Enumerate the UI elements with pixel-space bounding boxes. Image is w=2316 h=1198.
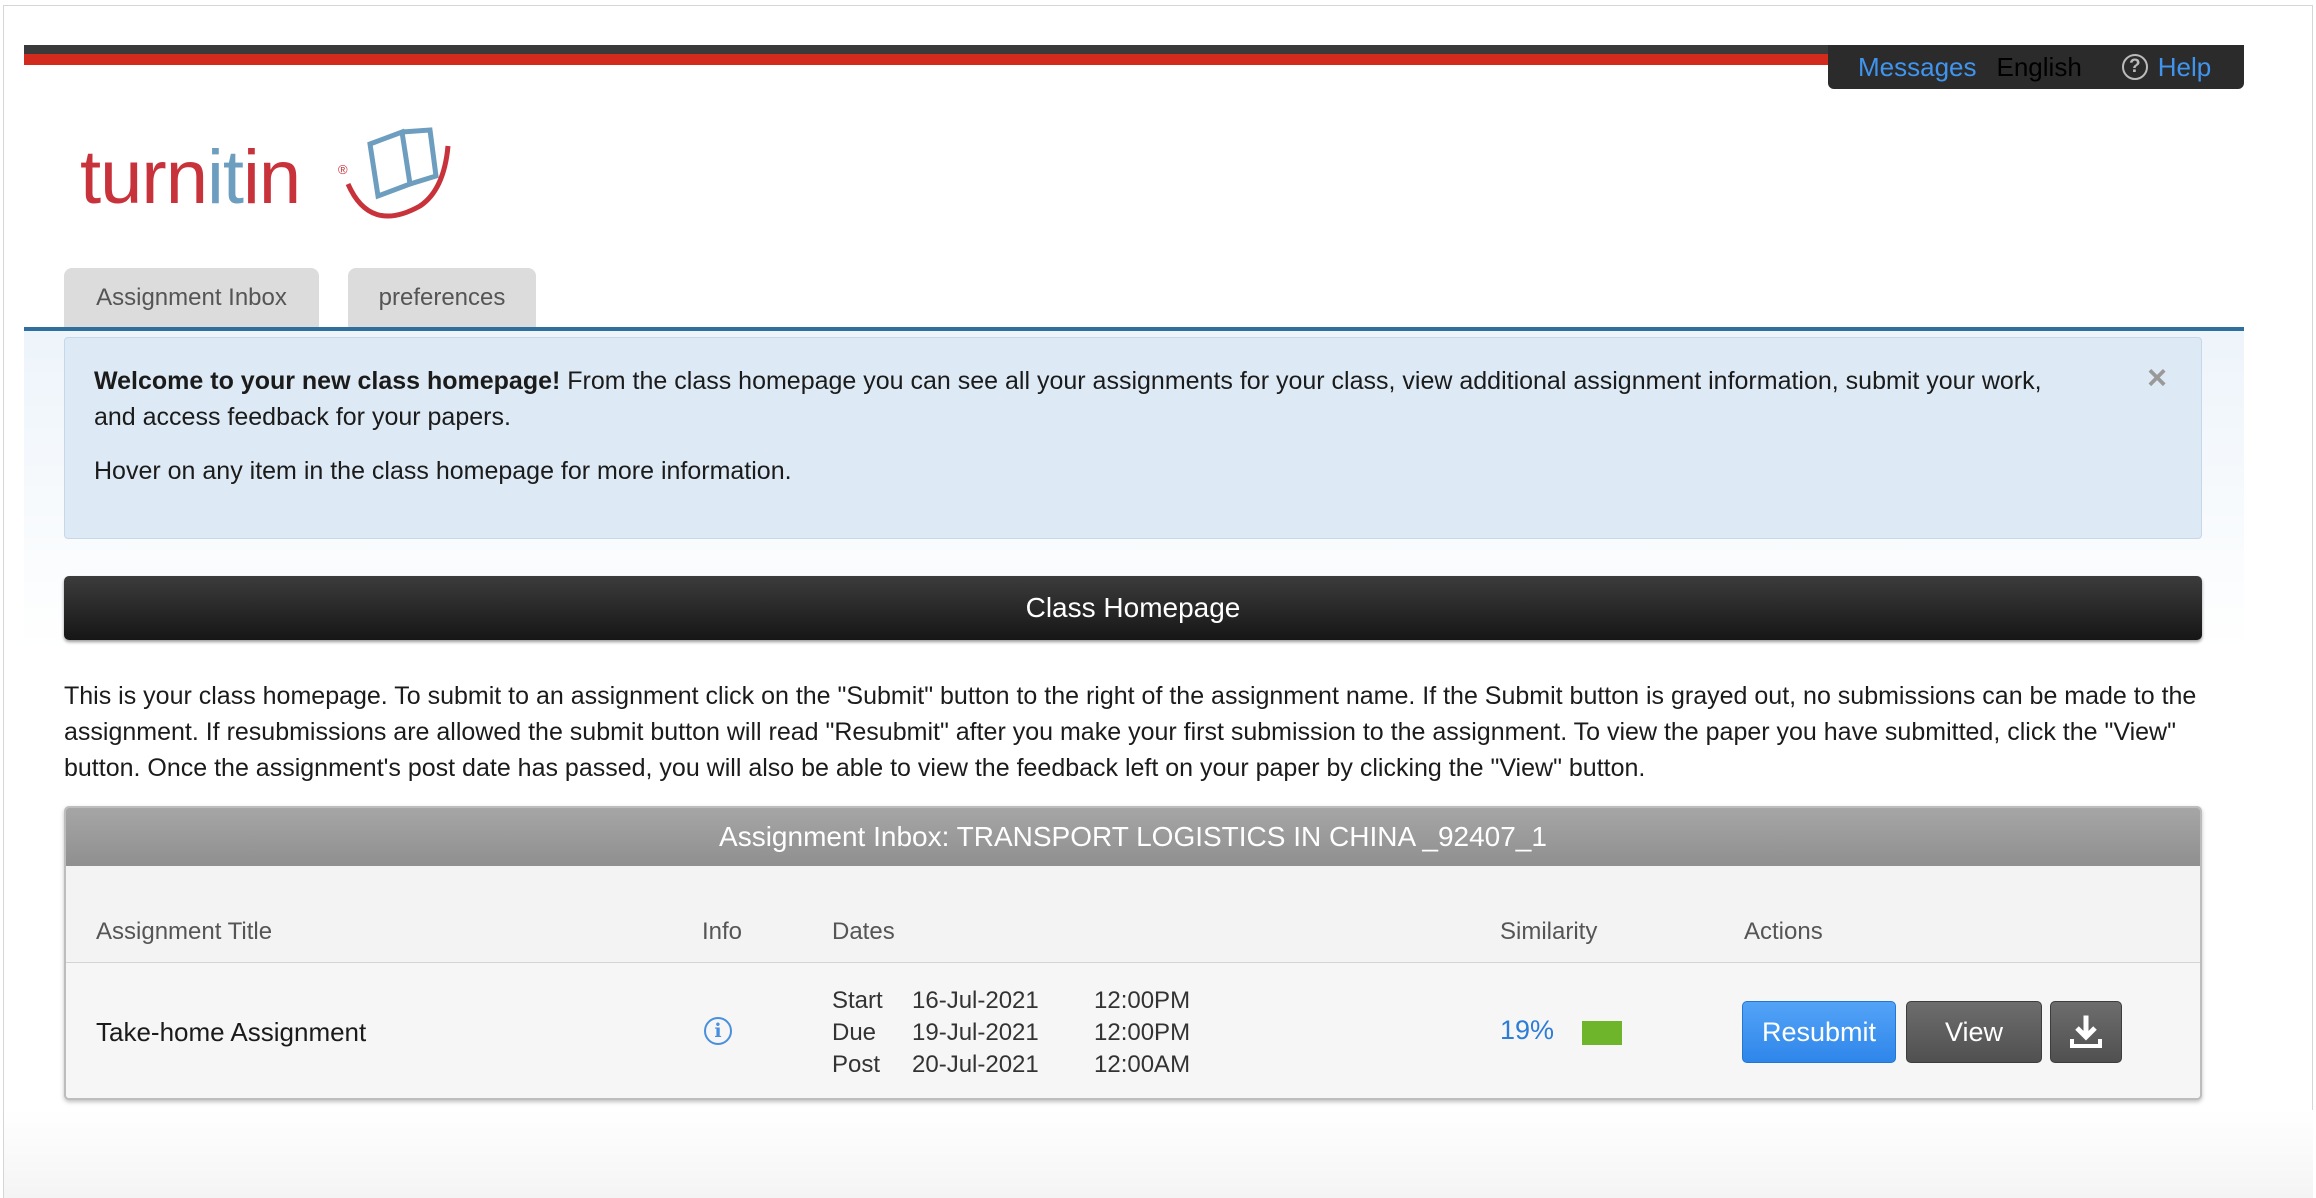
- tab-preferences[interactable]: preferences: [348, 268, 536, 328]
- table-row: Take-home Assignment i Start 16-Jul-2021…: [66, 963, 2200, 1098]
- time-value: 12:00AM: [1094, 1051, 1191, 1078]
- instructions-text: This is your class homepage. To submit t…: [64, 682, 2197, 782]
- logo-paper-icon: [345, 127, 451, 219]
- start-date-row: Start 16-Jul-2021 12:00PM: [832, 985, 1190, 1017]
- date-label: Start: [832, 987, 883, 1014]
- table-header-row: Assignment Title Info Dates Similarity A…: [66, 866, 2200, 963]
- column-actions: Actions: [1744, 918, 1823, 945]
- assignment-title[interactable]: Take-home Assignment: [96, 1017, 366, 1048]
- view-button[interactable]: View: [1906, 1001, 2042, 1063]
- similarity-color-indicator[interactable]: [1582, 1021, 1622, 1045]
- date-value: 16-Jul-2021: [912, 987, 1039, 1014]
- similarity-score[interactable]: 19%: [1500, 1015, 1554, 1046]
- inbox-header: Assignment Inbox: TRANSPORT LOGISTICS IN…: [66, 808, 2200, 866]
- assignment-inbox-table: Assignment Inbox: TRANSPORT LOGISTICS IN…: [64, 806, 2202, 1100]
- column-info: Info: [702, 918, 743, 945]
- welcome-heading: Welcome to your new class homepage!: [94, 367, 561, 395]
- turnitin-logo[interactable]: turnitin ®: [80, 124, 460, 234]
- question-circle-icon[interactable]: ?: [2121, 54, 2148, 80]
- resubmit-button[interactable]: Resubmit: [1742, 1001, 1896, 1063]
- welcome-banner: Welcome to your new class homepage! From…: [64, 337, 2202, 539]
- column-similarity: Similarity: [1500, 918, 1598, 945]
- tab-assignment-inbox[interactable]: Assignment Inbox: [64, 268, 319, 328]
- time-value: 12:00PM: [1094, 987, 1191, 1014]
- messages-link[interactable]: Messages: [1858, 52, 1977, 83]
- date-value: 19-Jul-2021: [912, 1019, 1039, 1046]
- language-selector[interactable]: English: [1997, 52, 2082, 83]
- column-assignment-title: Assignment Title: [96, 918, 273, 945]
- download-icon: [2070, 1015, 2102, 1048]
- top-nav: Messages English ? Help: [1828, 45, 2244, 89]
- page-footer-fade: [4, 1110, 2313, 1198]
- welcome-text: Welcome to your new class homepage! From…: [94, 363, 2081, 435]
- download-button[interactable]: [2050, 1001, 2122, 1063]
- assignment-dates: Start 16-Jul-2021 12:00PM Due 19-Jul-202…: [832, 985, 1190, 1081]
- column-dates: Dates: [832, 918, 895, 945]
- time-value: 12:00PM: [1094, 1019, 1191, 1046]
- date-label: Post: [832, 1051, 881, 1078]
- close-icon[interactable]: ×: [2147, 360, 2167, 396]
- help-link[interactable]: Help: [2158, 52, 2211, 83]
- due-date-row: Due 19-Jul-2021 12:00PM: [832, 1017, 1190, 1049]
- info-icon[interactable]: i: [704, 1017, 732, 1045]
- logo-wordmark: turnitin: [80, 135, 301, 220]
- post-date-row: Post 20-Jul-2021 12:00AM: [832, 1049, 1190, 1081]
- welcome-hover-text: Hover on any item in the class homepage …: [94, 457, 792, 485]
- date-value: 20-Jul-2021: [912, 1051, 1039, 1078]
- date-label: Due: [832, 1019, 877, 1046]
- class-homepage-bar: Class Homepage: [64, 576, 2202, 640]
